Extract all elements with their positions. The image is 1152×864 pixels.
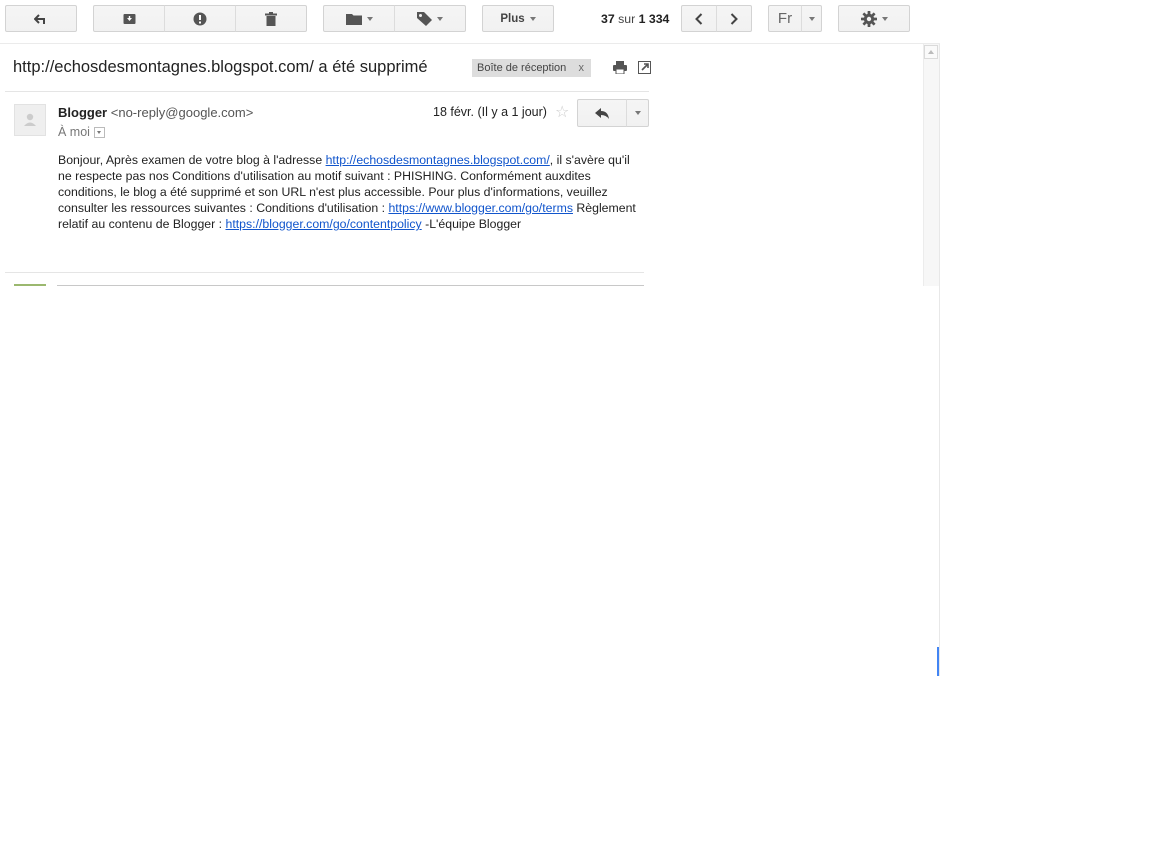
move-to-button[interactable] [323,5,395,32]
sender-email: <no-reply@google.com> [110,105,254,120]
reply-box-top [57,285,644,286]
chevron-down-icon [881,16,888,21]
inbox-label-text: Boîte de réception [477,62,567,74]
newer-button[interactable] [716,5,752,32]
recipient-text: À moi [58,125,90,139]
pager-count: 37 sur 1 334 [601,12,669,26]
body-text-4: -L'équipe Blogger [421,217,522,231]
body-text-1: Bonjour, Après examen de votre blog à l'… [58,153,326,167]
blog-url-link[interactable]: http://echosdesmontagnes.blogspot.com/ [326,153,550,167]
person-icon [24,113,36,126]
print-button[interactable] [613,61,627,79]
remove-label-button[interactable]: x [579,62,585,74]
scrollbar[interactable] [923,44,940,286]
scroll-up-button[interactable] [924,45,938,59]
more-button[interactable]: Plus [482,5,554,32]
message-date: 18 févr. (Il y a 1 jour) [433,105,547,119]
label-tag-icon [417,11,432,26]
older-button[interactable] [681,5,717,32]
report-spam-button[interactable] [164,5,236,32]
new-window-icon [638,61,651,74]
chevron-left-icon [695,12,703,25]
back-button[interactable] [5,5,77,32]
message-divider [5,272,644,273]
report-spam-icon [193,12,207,25]
trash-icon [265,11,277,26]
reply-icon [595,107,609,119]
terms-link[interactable]: https://www.blogger.com/go/terms [388,201,573,215]
details-dropdown-icon[interactable] [93,127,105,139]
thread-subject: http://echosdesmontagnes.blogspot.com/ a… [13,58,428,76]
pane-border [939,44,940,676]
pager-total: 1 334 [638,12,670,26]
subject-divider [5,91,649,92]
text-cursor [937,647,939,676]
inbox-label-chip[interactable]: Boîte de réception x [472,59,591,77]
reply-button[interactable] [577,99,627,127]
pager-sep: sur [618,12,636,26]
archive-icon [123,13,135,24]
archive-button[interactable] [93,5,165,32]
language-dropdown[interactable] [801,5,822,32]
print-icon [613,61,627,75]
reply-avatar [14,284,46,286]
back-arrow-icon [34,13,45,24]
sender-name[interactable]: Blogger [58,105,107,120]
more-button-label: Plus [500,12,525,25]
chevron-down-icon [366,16,373,21]
sender[interactable]: Blogger <no-reply@google.com> [58,105,253,120]
language-label: Fr [777,10,793,27]
chevron-down-icon [634,111,641,115]
folder-icon [345,13,362,25]
message-body: Bonjour, Après examen de votre blog à l'… [58,152,643,232]
labels-button[interactable] [394,5,466,32]
delete-button[interactable] [235,5,307,32]
pager-current: 37 [601,12,615,26]
star-icon[interactable]: ☆ [555,102,569,122]
new-window-button[interactable] [638,61,651,79]
toolbar-divider [0,43,940,44]
gear-icon [860,10,877,27]
avatar [14,104,46,136]
chevron-down-icon [437,16,443,21]
chevron-right-icon [730,12,738,25]
recipient-line[interactable]: À moi [58,125,105,139]
settings-button[interactable] [838,5,910,32]
chevron-down-icon [529,16,536,21]
language-button[interactable]: Fr [768,5,802,32]
content-policy-link[interactable]: https://blogger.com/go/contentpolicy [226,217,422,231]
chevron-down-icon [808,16,815,21]
reply-options-dropdown[interactable] [626,99,649,127]
